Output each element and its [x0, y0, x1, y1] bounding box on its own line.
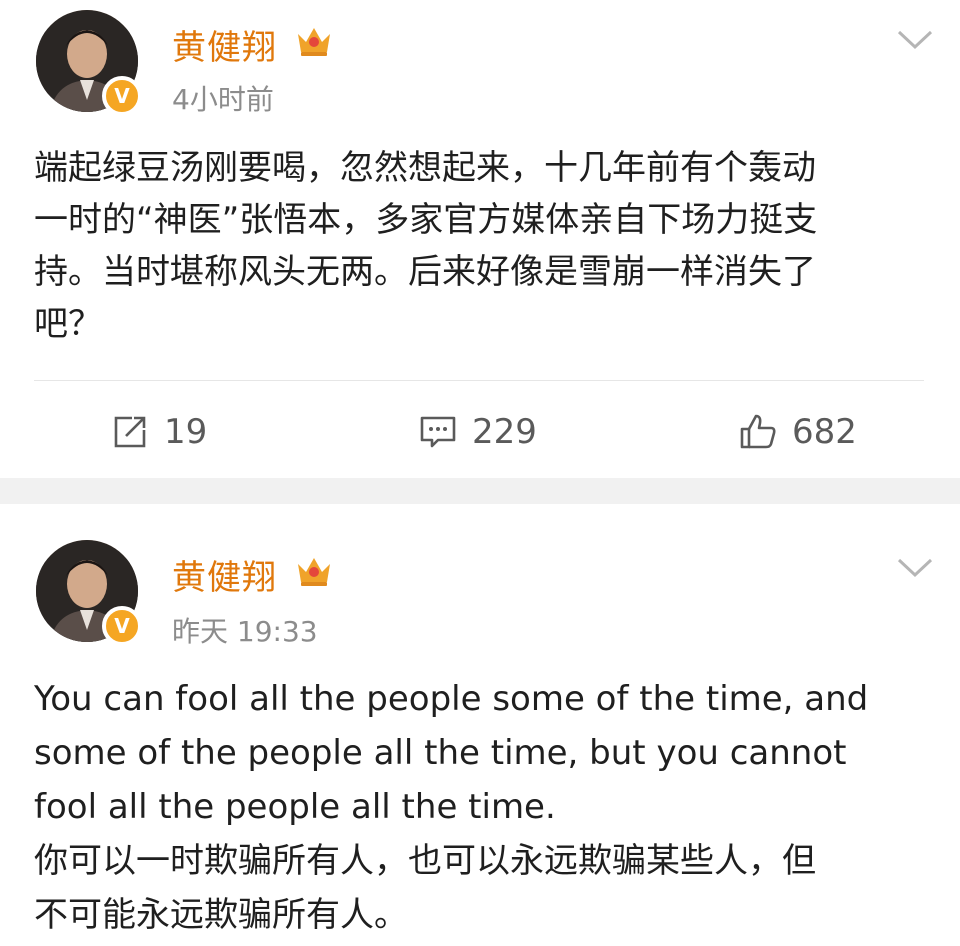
content-line: You can fool all the people some of the … [34, 679, 869, 719]
content-line: some of the people all the time, but you… [34, 733, 847, 773]
content-line: 端起绿豆汤刚要喝，忽然想起来，十几年前有个轰动 [34, 148, 816, 188]
crown-icon [298, 28, 330, 56]
post-separator [0, 478, 960, 504]
crown-icon [298, 558, 330, 586]
content-line: 不可能永远欺骗所有人。 [34, 895, 408, 935]
repost-count: 19 [164, 412, 208, 452]
post-content: You can fool all the people some of the … [34, 672, 924, 942]
avatar[interactable]: V [36, 10, 142, 116]
chevron-down-icon[interactable] [896, 556, 934, 580]
repost-button[interactable]: 19 [110, 404, 207, 460]
post-time: 昨天 19:33 [172, 615, 318, 648]
like-button[interactable]: 682 [738, 404, 857, 460]
comment-count: 229 [472, 412, 537, 452]
comment-icon [420, 416, 456, 448]
content-line: 一时的“神医”张悟本，多家官方媒体亲自下场力挺支 [34, 200, 818, 240]
thumbs-up-icon [740, 414, 776, 449]
verified-badge-icon: V [102, 76, 142, 116]
comment-button[interactable]: 229 [418, 404, 537, 460]
content-line: fool all the people all the time. [34, 787, 556, 827]
weibo-post-2: V 黄健翔 昨天 19:33 You can fool all the peop… [0, 504, 960, 946]
like-count: 682 [792, 412, 857, 452]
verified-badge-icon: V [102, 606, 142, 646]
post-content: 端起绿豆汤刚要喝，忽然想起来，十几年前有个轰动 一时的“神医”张悟本，多家官方媒… [34, 142, 924, 350]
repost-icon [114, 416, 146, 448]
author-name[interactable]: 黄健翔 [172, 20, 277, 69]
weibo-post-1: V 黄健翔 4小时前 端起绿豆汤刚要喝，忽然想起来，十几年前有个轰动 一时的“神… [0, 0, 960, 478]
chevron-down-icon[interactable] [896, 28, 934, 52]
content-line: 你可以一时欺骗所有人，也可以永远欺骗某些人，但 [34, 841, 816, 881]
avatar[interactable]: V [36, 540, 142, 646]
action-bar: 19 229 682 [0, 404, 960, 460]
divider [34, 380, 924, 381]
author-name[interactable]: 黄健翔 [172, 550, 277, 599]
post-time: 4小时前 [172, 83, 274, 116]
content-line: 吧？ [34, 304, 102, 344]
content-line: 持。当时堪称风头无两。后来好像是雪崩一样消失了 [34, 252, 816, 292]
